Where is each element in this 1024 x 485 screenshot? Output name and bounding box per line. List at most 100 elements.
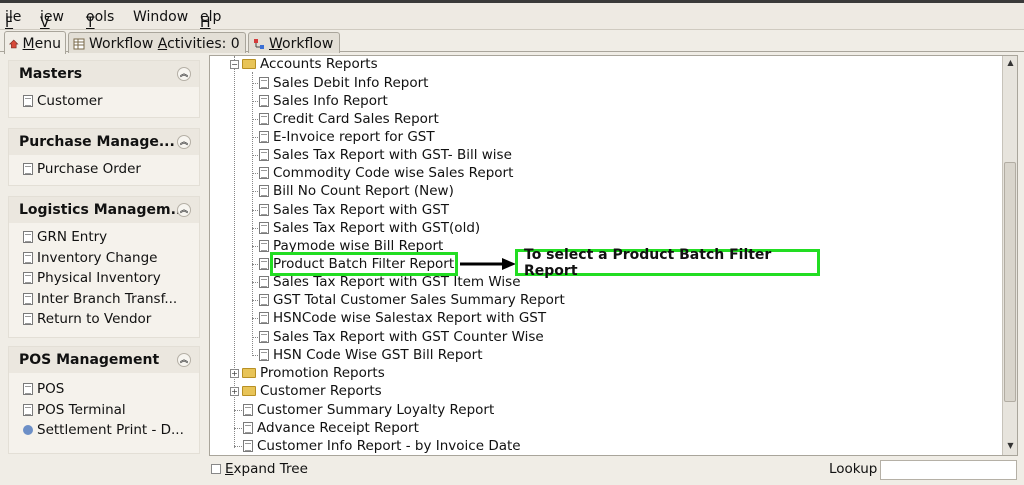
section-masters-title: Masters: [19, 66, 83, 82]
section-masters: Masters ︽ Customer: [8, 60, 200, 118]
tree-report-item[interactable]: Sales Tax Report with GST- Bill wise: [259, 146, 512, 164]
tree-report-item[interactable]: Sales Tax Report with GST Counter Wise: [259, 328, 544, 346]
tree-item-label: Sales Tax Report with GST(old): [273, 220, 481, 236]
tree-report-item[interactable]: Credit Card Sales Report: [259, 110, 439, 128]
scroll-up-icon[interactable]: ▲: [1005, 58, 1016, 69]
menu-tools[interactable]: Tools: [86, 9, 114, 31]
sidebar-item-purchase-order[interactable]: Purchase Order: [9, 159, 199, 180]
collapse-icon[interactable]: ︽: [177, 67, 191, 81]
tab-workflow[interactable]: Workflow: [248, 32, 340, 53]
tree-folder-customer[interactable]: Customer Reports: [242, 382, 382, 400]
menu-file[interactable]: File: [5, 9, 21, 31]
section-logistics-title: Logistics Managem...: [19, 202, 187, 218]
tree-item-label: Sales Tax Report with GST Counter Wise: [273, 329, 544, 345]
document-icon: [243, 440, 253, 452]
tree-root-item[interactable]: Advance Receipt Report: [243, 419, 419, 437]
sidebar-item-label: Customer: [37, 93, 103, 110]
tree-report-item[interactable]: Bill No Count Report (New): [259, 182, 454, 200]
tree-item-label: Sales Tax Report with GST Item Wise: [273, 274, 521, 290]
sidebar-item-inter-branch[interactable]: Inter Branch Transf...: [9, 289, 199, 310]
document-icon: [259, 258, 269, 270]
tree-report-item[interactable]: Sales Tax Report with GST(old): [259, 219, 480, 237]
collapse-node-icon[interactable]: −: [230, 60, 239, 69]
collapse-icon[interactable]: ︽: [177, 203, 191, 217]
tree-folder-label: Accounts Reports: [260, 56, 378, 72]
sidebar-item-physical-inventory[interactable]: Physical Inventory: [9, 268, 199, 289]
tree-report-item[interactable]: Sales Debit Info Report: [259, 74, 428, 92]
sidebar-item-inventory-change[interactable]: Inventory Change: [9, 248, 199, 269]
tree-scrollbar[interactable]: ▲ ▼: [1002, 56, 1017, 455]
collapse-icon[interactable]: ︽: [177, 353, 191, 367]
sidebar-item-pos[interactable]: POS: [9, 379, 199, 400]
scrollbar-thumb[interactable]: [1004, 162, 1016, 402]
document-icon: [259, 149, 269, 161]
tree-folder-promotion[interactable]: Promotion Reports: [242, 364, 385, 382]
sidebar-item-return-vendor[interactable]: Return to Vendor: [9, 309, 199, 330]
menu-tools-accel: T: [86, 15, 95, 31]
tab-workflow-label: Workflow: [269, 36, 333, 52]
tree-item-label: Sales Tax Report with GST: [273, 202, 450, 218]
sidebar-item-customer[interactable]: Customer: [9, 91, 199, 112]
menu-view[interactable]: View: [40, 9, 64, 31]
tree-report-item[interactable]: HSNCode wise Salestax Report with GST: [259, 309, 546, 327]
expand-tree-rest: xpand Tree: [233, 461, 308, 477]
tree-folder-label: Promotion Reports: [260, 365, 385, 381]
tree-item-label: Sales Info Report: [273, 93, 388, 109]
section-logistics: Logistics Managem... ︽ GRN Entry Inventor…: [8, 196, 200, 338]
tree-root-item[interactable]: Customer Summary Loyalty Report: [243, 401, 494, 419]
document-icon: [259, 131, 269, 143]
tree-report-item[interactable]: Commodity Code wise Sales Report: [259, 164, 513, 182]
tree-report-item[interactable]: Sales Info Report: [259, 92, 388, 110]
document-icon: [259, 113, 269, 125]
expand-node-icon[interactable]: +: [230, 369, 239, 378]
sidebar-item-pos-terminal[interactable]: POS Terminal: [9, 400, 199, 421]
tree-folder-accounts[interactable]: Accounts Reports: [242, 55, 378, 73]
menu-help[interactable]: Help: [200, 9, 221, 31]
tree-connector: [252, 72, 253, 354]
document-icon: [259, 294, 269, 306]
section-masters-header[interactable]: Masters ︽: [9, 61, 199, 87]
scroll-down-icon[interactable]: ▼: [1005, 441, 1016, 452]
menu-window[interactable]: Window: [133, 9, 188, 25]
tree-report-item[interactable]: GST Total Customer Sales Summary Report: [259, 291, 565, 309]
expand-tree-checkbox[interactable]: [211, 464, 221, 474]
sidebar-item-grn-entry[interactable]: GRN Entry: [9, 227, 199, 248]
sidebar-item-label: POS Terminal: [37, 401, 126, 418]
collapse-icon[interactable]: ︽: [177, 135, 191, 149]
section-pos-header[interactable]: POS Management ︽: [9, 347, 199, 373]
section-pos: POS Management ︽ POS POS Terminal Settlem…: [8, 346, 200, 454]
expand-tree-label[interactable]: Expand Tree: [225, 461, 308, 477]
tree-item-label: Customer Info Report - by Invoice Date: [257, 438, 521, 454]
document-icon: [259, 167, 269, 179]
tree-report-item[interactable]: HSN Code Wise GST Bill Report: [259, 346, 483, 364]
tree-report-item[interactable]: E-Invoice report for GST: [259, 128, 435, 146]
document-icon: [23, 272, 33, 285]
tree-item-label: Bill No Count Report (New): [273, 183, 454, 199]
document-icon: [243, 404, 253, 416]
tab-workflow-activities[interactable]: Workflow Activities: 0: [68, 32, 246, 53]
tree-item-label: HSNCode wise Salestax Report with GST: [273, 310, 547, 326]
document-icon: [23, 231, 33, 244]
section-logistics-header[interactable]: Logistics Managem... ︽: [9, 197, 199, 223]
tab-workflow-rest: orkflow: [282, 35, 334, 52]
expand-node-icon[interactable]: +: [230, 387, 239, 396]
sidebar-item-label: Physical Inventory: [37, 270, 161, 287]
tree-folder-label: Customer Reports: [260, 383, 382, 399]
tree-item-label: GST Total Customer Sales Summary Report: [273, 292, 565, 308]
tree-root-item[interactable]: Customer Info Report - by Invoice Date: [243, 437, 521, 455]
tab-menu[interactable]: Menu: [4, 31, 66, 54]
sidebar-item-settlement-print[interactable]: Settlement Print - D...: [9, 420, 199, 441]
section-purchase-header[interactable]: Purchase Manage... ︽: [9, 129, 199, 155]
tree-item-label: Commodity Code wise Sales Report: [273, 165, 514, 181]
tree-report-item[interactable]: Sales Tax Report with GST: [259, 201, 449, 219]
tree-footer: Expand Tree Lookup: [209, 458, 1018, 482]
sidebar-item-label: GRN Entry: [37, 229, 108, 246]
arrow-icon: [460, 258, 516, 270]
tab-activities-rest: ctivities: 0: [167, 35, 240, 52]
menu-view-accel: V: [40, 15, 50, 31]
tab-strip: Menu Workflow Activities: 0 Workflow: [0, 30, 1024, 54]
tree-item-label: Sales Tax Report with GST- Bill wise: [273, 147, 512, 163]
document-icon: [243, 422, 253, 434]
folder-icon: [242, 368, 256, 378]
lookup-input[interactable]: [880, 460, 1017, 480]
